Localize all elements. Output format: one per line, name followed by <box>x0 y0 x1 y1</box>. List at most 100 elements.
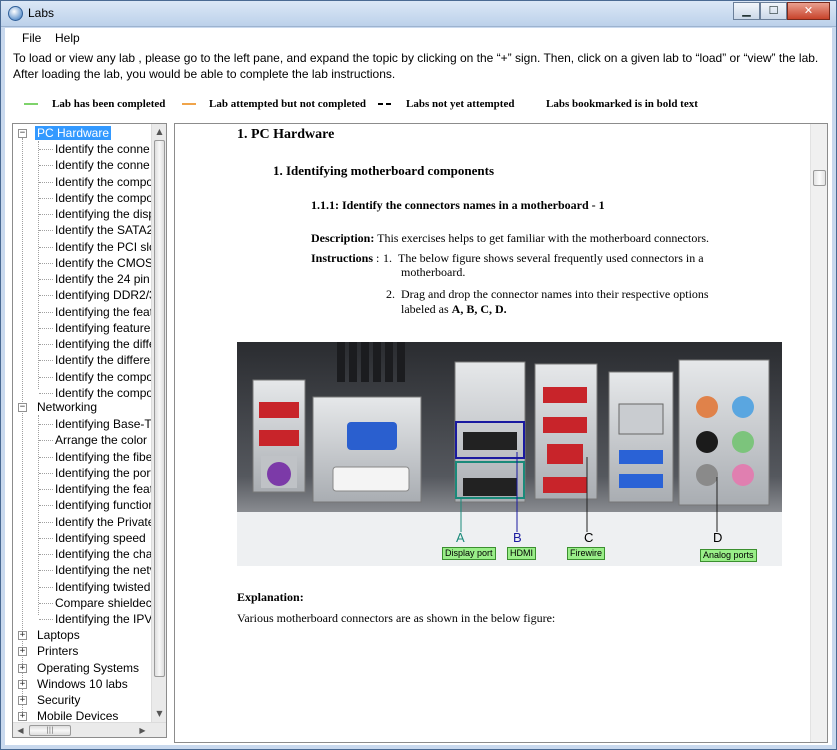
tree-guide-line <box>39 456 53 458</box>
tree-guide-line <box>39 246 53 248</box>
motherboard-image <box>237 342 782 566</box>
tree-item-pc-hardware-lab[interactable]: Identifying the feat <box>55 304 153 320</box>
tree-item-pc-hardware-lab[interactable]: Identify the conne <box>55 141 150 157</box>
tree-item-pc-hardware-lab[interactable]: Identify the SATA2 <box>55 222 153 238</box>
instructions-label: Instructions <box>311 251 374 265</box>
tree-item-pc-hardware-lab[interactable]: Identify the differer <box>55 352 153 368</box>
minimize-button[interactable]: ▁ <box>733 2 760 20</box>
tree-item-pc-hardware-lab[interactable]: Identify the CMOS <box>55 255 153 271</box>
tree-guide-line <box>39 262 53 264</box>
tree-guide-line <box>39 311 53 313</box>
collapse-pc-hardware-icon[interactable]: − <box>18 129 27 138</box>
content-scroll-thumb[interactable] <box>813 170 826 186</box>
tree-item-networking-lab[interactable]: Identifying the fibe <box>55 449 152 465</box>
tree-node-category[interactable]: Windows 10 labs <box>37 676 128 692</box>
legend-not-attempted: Labs not yet attempted <box>406 98 515 110</box>
expand-icon[interactable]: + <box>18 647 27 657</box>
tree-guide-line <box>39 230 53 232</box>
app-icon <box>8 6 23 21</box>
tree-node-category[interactable]: Printers <box>37 643 78 659</box>
tree-item-pc-hardware-lab[interactable]: Identify the PCI slc <box>55 239 153 255</box>
menu-help[interactable]: Help <box>55 31 80 45</box>
content-vertical-scrollbar[interactable] <box>810 124 827 742</box>
tree-item-pc-hardware-lab[interactable]: Identifying the diffe <box>55 336 153 352</box>
tree-item-networking-lab[interactable]: Compare shieldec <box>55 595 152 611</box>
labs-window: Labs ▁ ☐ ✕ File Help To load or view any… <box>0 0 837 750</box>
tree-vertical-scrollbar[interactable]: ▲ ▼ <box>151 124 166 722</box>
expand-icon[interactable]: + <box>18 712 27 722</box>
tree-node-category[interactable]: Security <box>37 692 80 708</box>
tree-item-pc-hardware-lab[interactable]: Identify the 24 pin , <box>55 271 153 287</box>
tree-scroll-thumb[interactable] <box>154 140 165 677</box>
tree-guide-line <box>39 279 53 280</box>
window-title: Labs <box>28 6 55 20</box>
expand-icon[interactable]: + <box>18 696 27 705</box>
tree-guide-line <box>39 570 53 572</box>
tree-node-networking[interactable]: Networking <box>37 399 97 415</box>
tree-node-category[interactable]: Laptops <box>37 627 80 643</box>
expand-icon[interactable]: + <box>18 631 27 640</box>
tree-item-networking-lab[interactable]: Identifying the cha <box>55 546 152 562</box>
tree-node-category[interactable]: Mobile Devices <box>37 708 118 722</box>
tree-node-pc-hardware[interactable]: PC Hardware <box>35 125 112 141</box>
step-1-line-2: motherboard. <box>401 265 466 279</box>
tree-item-networking-lab[interactable]: Identify the Private <box>55 514 153 530</box>
tree-item-pc-hardware-lab[interactable]: Identifying the disp <box>55 206 153 222</box>
figure-letter-a: A <box>456 530 465 545</box>
collapse-networking-icon[interactable]: − <box>18 403 27 412</box>
explanation-heading: Explanation: <box>237 590 304 604</box>
tree-item-networking-lab[interactable]: Arrange the color <box>55 432 147 448</box>
tree-item-networking-lab[interactable]: Identifying Base-T <box>55 416 152 432</box>
expand-icon[interactable]: + <box>18 663 27 673</box>
step-2-prefix: labeled as <box>401 302 452 316</box>
scroll-left-icon[interactable]: ◀ <box>13 723 28 737</box>
tree-item-pc-hardware-lab[interactable]: Identify the conne <box>55 157 150 173</box>
maximize-button[interactable]: ☐ <box>760 2 787 20</box>
tree-guide-line <box>38 415 39 615</box>
tree-item-networking-lab[interactable]: Identifying functior <box>55 497 152 513</box>
tree-node-category[interactable]: Operating Systems <box>37 660 139 676</box>
window-controls: ▁ ☐ ✕ <box>733 2 830 20</box>
motherboard-figure: A B C D Display port HDMI Firewire Analo… <box>237 342 782 566</box>
close-button[interactable]: ✕ <box>787 2 830 20</box>
tree-item-networking-lab[interactable]: Identifying twisted <box>55 579 150 595</box>
tree-item-networking-lab[interactable]: Identifying the feat <box>55 481 153 497</box>
menu-bar: File Help <box>5 28 832 48</box>
tree-item-pc-hardware-lab[interactable]: Identifying DDR2/3 <box>55 287 153 303</box>
instructions-heading: Instructions : <box>311 251 379 266</box>
step-1-number: 1. <box>383 251 392 265</box>
legend-bookmarked: Labs bookmarked is in bold text <box>546 98 698 110</box>
scroll-right-icon[interactable]: ▶ <box>135 723 150 737</box>
tree-horizontal-scrollbar[interactable]: ◀ ||| ▶ <box>13 722 166 737</box>
tree-item-networking-lab[interactable]: Identifying the IPV <box>55 611 152 627</box>
title-bar[interactable]: Labs ▁ ☐ ✕ <box>1 1 836 27</box>
tree-item-networking-lab[interactable]: Identifying speed <box>55 530 146 546</box>
tree-item-pc-hardware-lab[interactable]: Identifying features <box>55 320 153 336</box>
figure-letter-c: C <box>584 530 594 545</box>
step-2-line-1: Drag and drop the connector names into t… <box>401 287 709 301</box>
scroll-down-icon[interactable]: ▼ <box>152 706 166 721</box>
instructions-separator: : <box>373 251 380 265</box>
legend-attempted: Lab attempted but not completed <box>209 98 367 110</box>
scroll-up-icon[interactable]: ▲ <box>152 124 166 139</box>
tree-item-networking-lab[interactable]: Identifying the port <box>55 465 153 481</box>
description-label: Description: <box>311 231 375 245</box>
menu-file[interactable]: File <box>22 31 41 45</box>
tree-item-pc-hardware-lab[interactable]: Identify the compo <box>55 369 153 385</box>
step-2-number: 2. <box>386 287 395 301</box>
figure-tag-firewire: Firewire <box>567 547 606 560</box>
tree-guide-line <box>39 197 53 199</box>
tree-item-pc-hardware-lab[interactable]: Identify the compo <box>55 190 153 206</box>
expand-icon[interactable]: + <box>18 679 27 689</box>
tree-guide-line <box>39 619 53 620</box>
tree-guide-line <box>39 554 53 555</box>
tree-guide-line <box>39 376 53 378</box>
lab-content-pane: 1. PC Hardware 1. Identifying motherboar… <box>174 123 828 743</box>
tree-item-pc-hardware-lab[interactable]: Identify the compo <box>55 174 153 190</box>
tree-hscroll-thumb[interactable]: ||| <box>29 725 71 736</box>
instructions-line-1: To load or view any lab , please go to t… <box>13 51 819 65</box>
tree-guide-line <box>39 472 53 474</box>
tree-guide-line <box>39 327 53 329</box>
tree-item-networking-lab[interactable]: Identifying the netv <box>55 562 153 578</box>
tree-guide-line <box>39 360 53 362</box>
